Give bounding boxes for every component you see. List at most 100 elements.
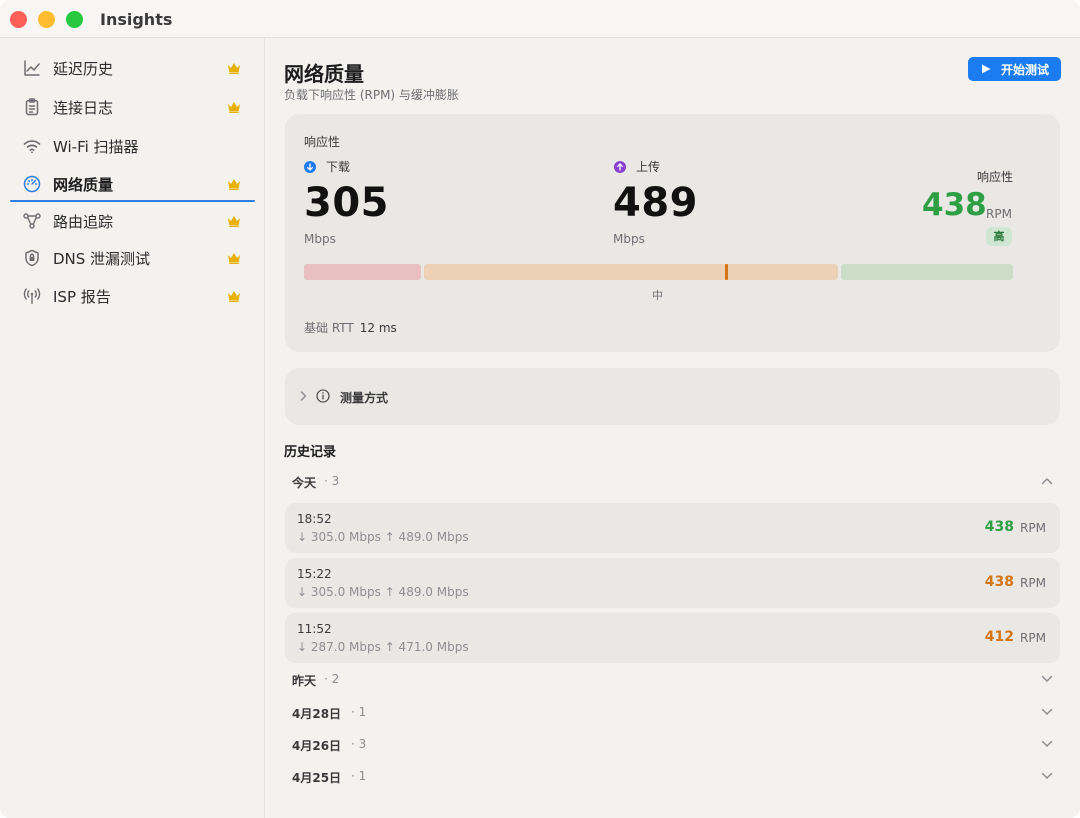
history-group-apr-25[interactable]: 4月25日 · 1 — [285, 765, 1061, 789]
crown-icon — [226, 176, 242, 192]
responsiveness-badge: 高 — [986, 227, 1012, 246]
info-icon — [316, 389, 330, 403]
history-group-count: · 2 — [324, 672, 340, 686]
sidebar-item-isp-report[interactable]: ISP 报告 — [10, 278, 255, 314]
history-group-label: 4月26日 — [292, 739, 342, 753]
chevron-down-icon — [1041, 675, 1053, 682]
history-group-label: 4月25日 — [292, 771, 342, 785]
measurement-method-disclosure[interactable]: 测量方式 — [285, 368, 1060, 425]
start-test-button[interactable]: 开始测试 — [968, 57, 1061, 81]
download-label: 下载 — [326, 160, 351, 174]
play-icon — [982, 64, 991, 74]
history-speeds: ↓ 305.0 Mbps ↑ 489.0 Mbps — [297, 530, 469, 544]
sidebar-item-label: 路由追踪 — [53, 213, 114, 231]
page-title: 网络质量 — [284, 62, 364, 86]
history-time: 18:52 — [297, 512, 332, 526]
measurement-method-label: 测量方式 — [340, 391, 389, 405]
scale-low-segment — [304, 264, 421, 280]
scale-marker — [724, 264, 728, 280]
crown-icon — [226, 250, 242, 266]
sidebar-item-label: 网络质量 — [53, 176, 114, 194]
app-title: Insights — [100, 10, 173, 29]
route-icon — [22, 211, 42, 231]
upload-label: 上传 — [636, 160, 661, 174]
chevron-down-icon — [1041, 708, 1053, 715]
sidebar-item-label: 连接日志 — [53, 99, 114, 117]
download-header: 下载 — [304, 158, 350, 175]
sidebar-item-label: Wi-Fi 扫描器 — [53, 138, 139, 156]
crown-icon — [226, 213, 242, 229]
sidebar-item-connection-log[interactable]: 连接日志 — [10, 89, 255, 125]
history-group-label: 4月28日 — [292, 707, 342, 721]
responsiveness-value: 438 — [922, 187, 987, 223]
history-group-apr-28[interactable]: 4月28日 · 1 — [285, 701, 1061, 725]
sidebar-item-latency-history[interactable]: 延迟历史 — [10, 50, 255, 86]
chevron-up-icon — [1041, 478, 1053, 485]
history-time: 15:22 — [297, 567, 332, 581]
upload-header: 上传 — [614, 158, 660, 175]
crown-icon — [226, 60, 242, 76]
crown-icon — [226, 99, 242, 115]
history-row[interactable]: 18:52 ↓ 305.0 Mbps ↑ 489.0 Mbps 438 RPM — [285, 503, 1060, 553]
chevron-down-icon — [1041, 772, 1053, 779]
sidebar-item-label: DNS 泄漏测试 — [53, 250, 151, 268]
history-group-apr-26[interactable]: 4月26日 · 3 — [285, 733, 1061, 757]
active-indicator — [10, 200, 255, 202]
scale-medium-segment — [424, 264, 838, 280]
sidebar: 延迟历史 连接日志 Wi-Fi 扫描器 网络质量 路由追踪 DNS 泄漏测试 I… — [0, 38, 265, 818]
scale-high-segment — [841, 264, 1013, 280]
sidebar-item-network-quality[interactable]: 网络质量 — [10, 166, 255, 202]
history-group-label: 今天 — [292, 476, 317, 490]
download-value: 305 — [304, 180, 389, 226]
clipboard-icon — [22, 97, 42, 117]
history-speeds: ↓ 305.0 Mbps ↑ 489.0 Mbps — [297, 585, 469, 599]
history-rpm-value: 438 — [984, 574, 1014, 590]
upload-arrow-icon — [614, 161, 626, 173]
sidebar-item-label: 延迟历史 — [53, 60, 114, 78]
history-rpm-unit: RPM — [1020, 576, 1046, 590]
responsiveness-label: 响应性 — [977, 170, 1014, 184]
chevron-right-icon — [300, 391, 307, 401]
gauge-icon — [22, 174, 42, 194]
title-bar: Insights — [0, 0, 1080, 38]
card-section-label: 响应性 — [304, 135, 341, 149]
history-rpm-value: 412 — [984, 629, 1014, 645]
close-window-button[interactable] — [10, 11, 27, 28]
history-row[interactable]: 11:52 ↓ 287.0 Mbps ↑ 471.0 Mbps 412 RPM — [285, 613, 1060, 663]
history-time: 11:52 — [297, 622, 332, 636]
line-chart-icon — [22, 58, 42, 78]
history-rpm-unit: RPM — [1020, 631, 1046, 645]
sidebar-item-label: ISP 报告 — [53, 288, 111, 306]
upload-value: 489 — [613, 180, 698, 226]
responsiveness-card: 响应性 下载 305 Mbps 上传 489 Mbps 响应性 438 RPM … — [285, 114, 1060, 352]
history-row[interactable]: 15:22 ↓ 305.0 Mbps ↑ 489.0 Mbps 438 RPM — [285, 558, 1060, 608]
rtt-label: 基础 RTT — [304, 321, 354, 335]
main-content: 网络质量 负载下响应性 (RPM) 与缓冲膨胀 开始测试 响应性 下载 305 … — [266, 38, 1080, 818]
base-rtt: 基础 RTT 12 ms — [304, 319, 397, 336]
history-group-count: · 1 — [351, 705, 367, 719]
sidebar-item-dns-leak-test[interactable]: DNS 泄漏测试 — [10, 240, 255, 276]
start-test-label: 开始测试 — [1001, 63, 1050, 77]
history-group-count: · 3 — [324, 474, 340, 488]
page-subtitle: 负载下响应性 (RPM) 与缓冲膨胀 — [284, 88, 459, 102]
history-group-count: · 3 — [351, 737, 367, 751]
upload-unit: Mbps — [613, 232, 645, 246]
scale-middle-label: 中 — [652, 289, 663, 302]
history-speeds: ↓ 287.0 Mbps ↑ 471.0 Mbps — [297, 640, 469, 654]
shield-lock-icon — [22, 248, 42, 268]
chevron-down-icon — [1041, 740, 1053, 747]
zoom-window-button[interactable] — [66, 11, 83, 28]
history-group-today[interactable]: 今天 · 3 — [285, 470, 1061, 494]
app-window: Insights 延迟历史 连接日志 Wi-Fi 扫描器 网络质量 路由追踪 D… — [0, 0, 1080, 818]
antenna-icon — [22, 286, 42, 306]
sidebar-item-wifi-scanner[interactable]: Wi-Fi 扫描器 — [10, 128, 255, 164]
wifi-icon — [22, 136, 42, 156]
responsiveness-unit: RPM — [986, 207, 1012, 221]
history-group-count: · 1 — [351, 769, 367, 783]
sidebar-item-traceroute[interactable]: 路由追踪 — [10, 203, 255, 239]
history-rpm-value: 438 — [984, 519, 1014, 535]
crown-icon — [226, 288, 242, 304]
history-group-yesterday[interactable]: 昨天 · 2 — [285, 668, 1061, 692]
minimize-window-button[interactable] — [38, 11, 55, 28]
history-group-label: 昨天 — [292, 674, 317, 688]
